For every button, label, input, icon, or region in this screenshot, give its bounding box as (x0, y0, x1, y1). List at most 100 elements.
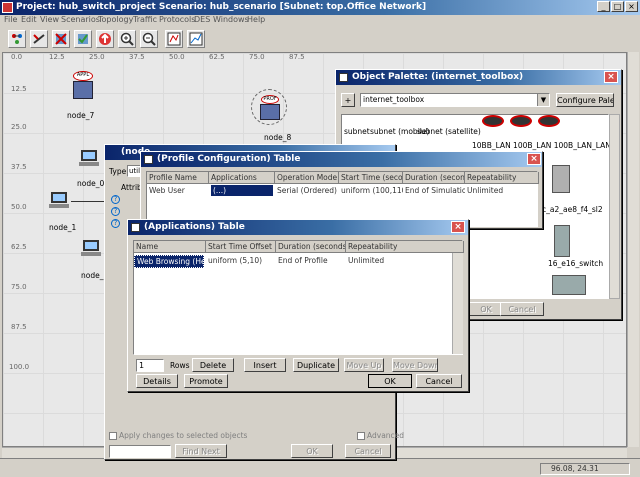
cancel-button[interactable]: Cancel (416, 374, 462, 388)
recover-node-icon[interactable] (74, 30, 92, 48)
find-next-button[interactable]: Find Next (175, 444, 227, 458)
pc-node-0-icon[interactable] (79, 149, 101, 167)
return-parent-icon[interactable] (96, 30, 114, 48)
zoom-in-icon[interactable] (118, 30, 136, 48)
column-header[interactable]: Repeatability (465, 172, 539, 184)
palette-side-label: 16_e16_switch (548, 259, 604, 268)
app-icon[interactable] (2, 2, 13, 13)
applications-title-bar: (Applications) Table (128, 220, 468, 235)
column-header[interactable]: Repeatability (346, 241, 464, 253)
attribute-header: Attrib (121, 183, 142, 192)
hub-icon[interactable] (538, 115, 560, 127)
switch-icon[interactable] (552, 165, 570, 193)
menu-help[interactable]: Help (247, 15, 265, 25)
hub-icon[interactable] (510, 115, 532, 127)
hub-icon[interactable] (482, 115, 504, 127)
object-palette-title: Object Palette: (internet_toolbox) (352, 72, 524, 82)
menu-des[interactable]: DES (194, 15, 210, 25)
menu-view[interactable]: View (40, 15, 59, 25)
move-down-button[interactable]: Move Down (392, 358, 438, 372)
appl-node-icon (73, 81, 93, 99)
chevron-down-icon[interactable]: ▼ (537, 94, 549, 106)
main-title: Project: hub_switch_project Scenario: hu… (16, 2, 427, 12)
zoom-out-icon[interactable] (140, 30, 158, 48)
cancel-button[interactable]: Cancel (345, 444, 391, 458)
table-cell[interactable]: Serial (Ordered) (275, 185, 339, 196)
table-cell[interactable]: Unlimited (465, 185, 539, 196)
table-scrollbar[interactable] (452, 253, 463, 354)
configure-des-icon[interactable] (165, 30, 183, 48)
application-config-node[interactable]: APPL (71, 71, 95, 101)
node-1-label: node_1 (49, 223, 77, 232)
column-header[interactable]: Profile Name (147, 172, 209, 184)
palette-item-subnet-satellite[interactable]: subnet (satellite) (417, 127, 481, 136)
find-input[interactable] (109, 445, 171, 458)
column-header[interactable]: Operation Mode (275, 172, 339, 184)
apply-checkbox-label: Apply changes to selected objects (119, 431, 248, 440)
minimize-icon[interactable]: _ (597, 1, 610, 12)
promote-button[interactable]: Promote (184, 374, 228, 388)
palette-select[interactable]: internet_toolbox ▼ (360, 93, 550, 107)
help-icon[interactable]: ? (111, 207, 120, 216)
status-coords: 96.08, 24.31 (540, 463, 630, 475)
insert-button[interactable]: Insert (244, 358, 286, 372)
palette-scrollbar[interactable] (609, 114, 620, 299)
rows-count-field[interactable]: 1 (136, 359, 164, 372)
column-header[interactable]: Duration (seconds) (403, 172, 465, 184)
apply-checkbox[interactable] (109, 432, 117, 440)
menu-protocols[interactable]: Protocols (159, 15, 195, 25)
applications-app-icon (131, 223, 140, 232)
table-cell[interactable]: Unlimited (346, 255, 426, 266)
move-up-button[interactable]: Move Up (344, 358, 384, 372)
menu-topology[interactable]: Topology (98, 15, 133, 25)
pc-node-1-icon[interactable] (49, 191, 71, 209)
open-object-palette-icon[interactable] (8, 30, 26, 48)
vertical-scrollbar[interactable] (627, 52, 639, 447)
menu-edit[interactable]: Edit (21, 15, 37, 25)
switch-icon[interactable] (552, 275, 586, 295)
details-button[interactable]: Details (136, 374, 178, 388)
palette-item-subnet[interactable]: subnet (344, 127, 370, 136)
pc-node-2-icon[interactable] (81, 239, 103, 257)
delete-button[interactable]: Delete (192, 358, 234, 372)
column-header[interactable]: Duration (seconds) (276, 241, 346, 253)
help-icon[interactable]: ? (111, 195, 120, 204)
close-icon[interactable]: × (451, 221, 465, 233)
table-cell[interactable]: uniform (5,10) (206, 255, 276, 266)
table-cell-selected[interactable]: Web Browsing (Heav... (134, 255, 204, 268)
profile-app-icon (144, 155, 153, 164)
maximize-icon[interactable]: □ (611, 1, 624, 12)
applications-table[interactable]: Name Start Time Offset (se... Duration (… (133, 240, 464, 355)
menu-file[interactable]: File (4, 15, 17, 25)
check-links-icon[interactable] (30, 30, 48, 48)
advanced-checkbox[interactable] (357, 432, 365, 440)
duplicate-button[interactable]: Duplicate (293, 358, 339, 372)
fail-node-icon[interactable] (52, 30, 70, 48)
menu-windows[interactable]: Windows (213, 15, 249, 25)
table-cell[interactable]: Web User (147, 185, 209, 196)
ok-button[interactable]: OK (291, 444, 333, 458)
table-cell[interactable]: End of Simulation (403, 185, 465, 196)
close-icon[interactable]: × (625, 1, 638, 12)
cancel-button[interactable]: Cancel (500, 302, 544, 316)
ok-button[interactable]: OK (368, 374, 412, 388)
palette-side-label: c_a2_ae8_f4_sl2 (542, 205, 603, 214)
view-results-icon[interactable] (187, 30, 205, 48)
help-icon[interactable]: ? (111, 219, 120, 228)
menu-scenarios[interactable]: Scenarios (61, 15, 100, 25)
switch-icon[interactable] (554, 225, 570, 257)
add-palette-button[interactable]: + (341, 93, 355, 107)
table-cell[interactable]: End of Profile (276, 255, 346, 266)
configure-palette-button[interactable]: Configure Palette... (556, 93, 614, 107)
close-icon[interactable]: × (527, 153, 541, 165)
column-header[interactable]: Start Time (seconds) (339, 172, 403, 184)
close-icon[interactable]: × (604, 71, 618, 83)
column-header[interactable]: Start Time Offset (se... (206, 241, 276, 253)
menu-traffic[interactable]: Traffic (133, 15, 157, 25)
table-cell[interactable]: uniform (100,110) (339, 185, 403, 196)
palette-row2-labels: 10BB_LAN 100B_LAN 100B_LAN (472, 141, 593, 150)
table-cell-selected[interactable]: (...) (211, 185, 273, 196)
column-header[interactable]: Applications (209, 172, 275, 184)
profile-config-node[interactable]: PROF (251, 89, 287, 125)
column-header[interactable]: Name (134, 241, 206, 253)
